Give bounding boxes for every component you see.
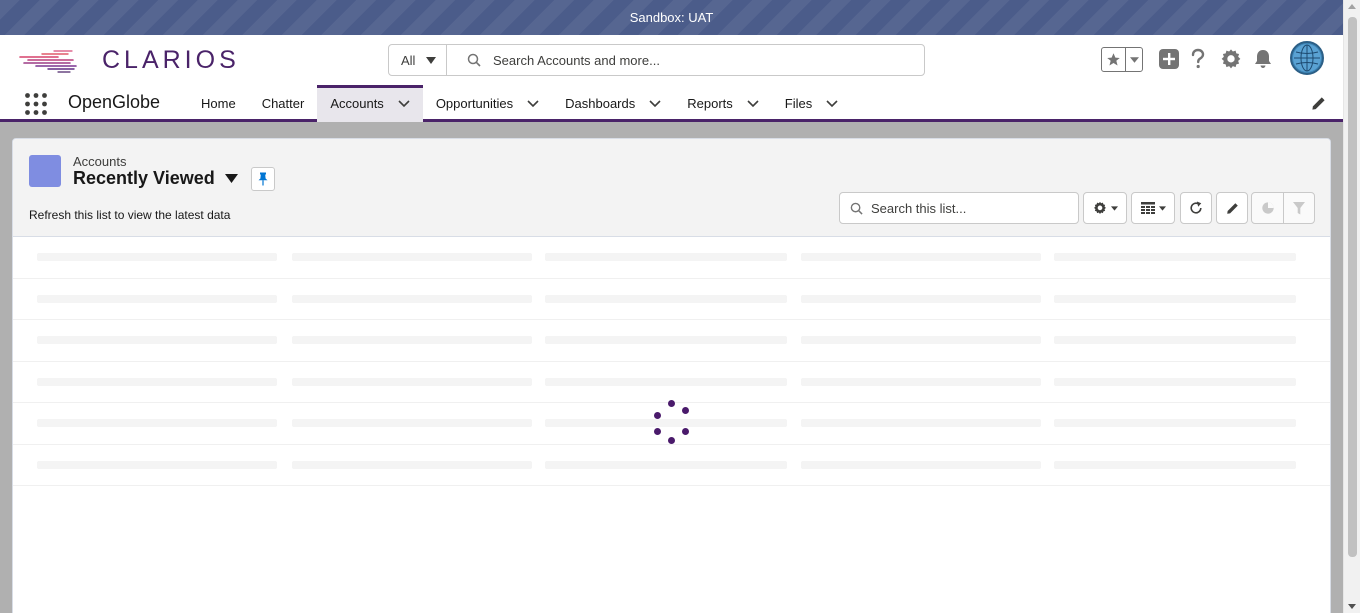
nav-item-chatter[interactable]: Chatter <box>249 85 318 122</box>
setup-gear-icon <box>1221 49 1241 69</box>
nav-item-accounts[interactable]: Accounts <box>317 85 423 122</box>
favorites-dropdown-icon <box>1129 56 1139 63</box>
list-view-header: Accounts Recently Viewed Refresh this li… <box>13 139 1330 237</box>
nav-item-label: Accounts <box>330 96 384 111</box>
placeholder-row <box>13 320 1330 362</box>
global-create-button[interactable] <box>1158 48 1180 75</box>
pin-list-button[interactable] <box>251 167 275 191</box>
global-header: CLARIOS All Search Accounts and more... <box>0 35 1343 85</box>
clarios-logo[interactable]: CLARIOS <box>18 45 236 75</box>
inline-edit-button[interactable] <box>1216 192 1248 224</box>
search-scope-select[interactable]: All <box>389 45 447 75</box>
favorites-list-button[interactable] <box>1126 48 1142 71</box>
nav-item-home[interactable]: Home <box>188 85 249 122</box>
caret-down-icon <box>1158 205 1166 211</box>
nav-item-label: Dashboards <box>565 96 636 111</box>
list-view-controls-button[interactable] <box>1083 192 1127 224</box>
pin-icon <box>258 172 268 186</box>
help-icon <box>1191 48 1205 69</box>
favorites-star-icon <box>1107 53 1120 66</box>
pencil-icon <box>1226 202 1238 214</box>
favorites-button-group <box>1101 47 1143 72</box>
gear-icon <box>1093 201 1106 214</box>
global-search: All Search Accounts and more... <box>388 44 925 76</box>
account-object-icon <box>29 155 61 187</box>
chevron-down-icon[interactable] <box>649 99 661 108</box>
help-button[interactable] <box>1188 48 1208 75</box>
charts-button[interactable] <box>1251 192 1284 224</box>
nav-item-files[interactable]: Files <box>772 85 851 122</box>
object-label: Accounts <box>73 154 127 169</box>
global-search-placeholder: Search Accounts and more... <box>493 52 660 68</box>
refresh-message: Refresh this list to view the latest dat… <box>29 208 231 222</box>
page-scrollbar[interactable] <box>1343 0 1360 613</box>
list-search-input[interactable]: Search this list... <box>839 192 1079 224</box>
global-create-icon <box>1159 49 1179 69</box>
placeholder-row <box>13 237 1330 279</box>
globe-avatar-icon <box>1293 44 1321 72</box>
sandbox-banner: Sandbox: UAT <box>0 0 1343 35</box>
sandbox-label: Sandbox: UAT <box>629 10 714 25</box>
caret-down-icon <box>426 57 436 64</box>
scroll-up-arrow-icon[interactable] <box>1348 4 1356 9</box>
pie-chart-icon <box>1261 202 1274 214</box>
nav-item-label: Files <box>784 96 813 111</box>
loading-placeholder-rows <box>13 237 1330 486</box>
search-icon <box>850 202 863 215</box>
list-view-card: Accounts Recently Viewed Refresh this li… <box>12 138 1331 613</box>
notifications-button[interactable] <box>1253 48 1273 75</box>
scroll-thumb[interactable] <box>1348 17 1357 557</box>
logo-text: CLARIOS <box>102 46 240 74</box>
table-view-icon <box>1140 202 1155 214</box>
nav-items: Home Chatter Accounts Opportunities Dash… <box>188 85 851 122</box>
caret-down-icon <box>224 174 238 183</box>
app-launcher-button[interactable] <box>24 92 48 116</box>
filter-funnel-icon <box>1293 201 1305 214</box>
app-name: OpenGlobe <box>68 92 161 112</box>
list-view-selector[interactable]: Recently Viewed <box>73 168 238 189</box>
search-icon <box>467 53 481 67</box>
chevron-down-icon[interactable] <box>398 99 410 108</box>
loading-spinner <box>652 400 692 446</box>
chevron-down-icon[interactable] <box>826 99 838 108</box>
search-scope-label: All <box>401 52 416 68</box>
list-search-placeholder: Search this list... <box>871 200 967 216</box>
list-view-title: Recently Viewed <box>73 168 215 188</box>
user-avatar[interactable] <box>1290 41 1324 75</box>
placeholder-row <box>13 279 1330 320</box>
caret-down-icon <box>1110 205 1118 211</box>
filters-button[interactable] <box>1283 192 1315 224</box>
nav-item-label: Opportunities <box>435 96 514 111</box>
pencil-icon <box>1312 97 1325 110</box>
placeholder-row <box>13 362 1330 403</box>
global-search-input[interactable]: Search Accounts and more... <box>447 45 924 75</box>
edit-nav-button[interactable] <box>1311 96 1326 116</box>
clarios-logo-mark-icon <box>19 50 77 73</box>
nav-item-opportunities[interactable]: Opportunities <box>423 85 552 122</box>
placeholder-row <box>13 445 1330 486</box>
nav-item-dashboards[interactable]: Dashboards <box>552 85 674 122</box>
display-as-button[interactable] <box>1131 192 1175 224</box>
nav-item-label: Reports <box>687 96 733 111</box>
app-launcher-waffle-icon <box>25 93 47 115</box>
notifications-bell-icon <box>1255 50 1271 68</box>
chevron-down-icon[interactable] <box>747 99 759 108</box>
scroll-down-arrow-icon[interactable] <box>1348 604 1356 609</box>
nav-item-label: Chatter <box>261 96 305 111</box>
favorites-button[interactable] <box>1102 48 1126 71</box>
nav-item-label: Home <box>201 96 236 111</box>
refresh-icon <box>1190 201 1202 214</box>
app-nav-bar: OpenGlobe Home Chatter Accounts Opportun… <box>0 85 1343 122</box>
setup-button[interactable] <box>1220 48 1242 75</box>
chevron-down-icon[interactable] <box>527 99 539 108</box>
nav-item-reports[interactable]: Reports <box>674 85 772 122</box>
refresh-button[interactable] <box>1180 192 1212 224</box>
